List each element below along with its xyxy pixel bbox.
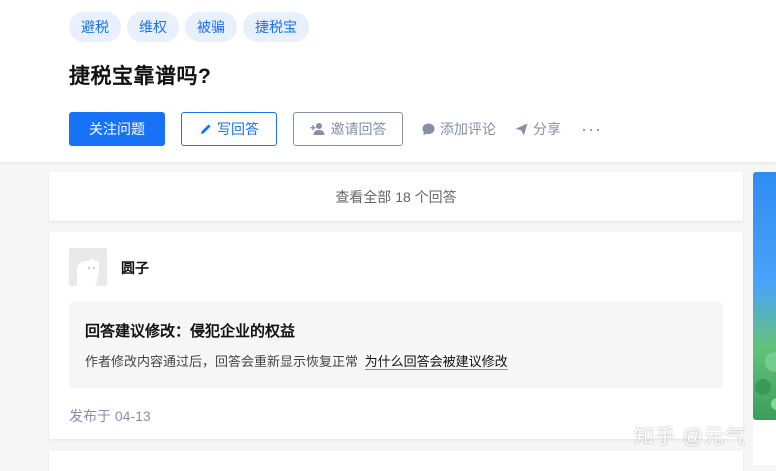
author-name[interactable]: 圆子 xyxy=(121,258,149,278)
write-answer-label: 写回答 xyxy=(217,121,259,137)
notice-text: 作者修改内容通过后，回答会重新显示恢复正常 xyxy=(85,354,359,369)
add-comment-label: 添加评论 xyxy=(440,121,496,137)
share-label: 分享 xyxy=(533,121,561,137)
answer-card: 圆子 回答建议修改：侵犯企业的权益 作者修改内容通过后，回答会重新显示恢复正常 … xyxy=(49,232,743,439)
add-user-icon xyxy=(310,122,326,136)
notice-title: 回答建议修改：侵犯企业的权益 xyxy=(85,323,296,340)
view-all-answers-label: 查看全部 18 个回答 xyxy=(335,188,457,205)
avatar[interactable] xyxy=(69,248,107,286)
pencil-icon xyxy=(199,122,213,136)
send-icon xyxy=(514,122,529,137)
answer-modification-notice: 回答建议修改：侵犯企业的权益 作者修改内容通过后，回答会重新显示恢复正常 为什么… xyxy=(69,302,723,388)
invite-answer-label: 邀请回答 xyxy=(330,121,387,137)
follow-question-label: 关注问题 xyxy=(89,121,145,137)
write-answer-button[interactable]: 写回答 xyxy=(181,112,277,146)
publish-date[interactable]: 发布于 04-13 xyxy=(69,406,151,426)
add-comment-button[interactable]: 添加评论 xyxy=(421,119,496,139)
next-answer-card xyxy=(49,451,743,471)
topic-tag[interactable]: 被骗 xyxy=(185,12,237,42)
topic-tag[interactable]: 避税 xyxy=(69,12,121,42)
view-all-answers-button[interactable]: 查看全部 18 个回答 xyxy=(49,172,743,221)
share-button[interactable]: 分享 xyxy=(514,119,561,139)
sidebar-panel xyxy=(753,420,776,465)
more-options-button[interactable]: ··· xyxy=(581,120,602,138)
notice-body: 作者修改内容通过后，回答会重新显示恢复正常 为什么回答会被建议修改 xyxy=(85,351,707,370)
watermark: 知乎 @元气 xyxy=(634,426,746,448)
question-actions: 关注问题 写回答 邀请回答 添加评论 分享 ··· xyxy=(69,112,602,146)
invite-answer-button[interactable]: 邀请回答 xyxy=(293,112,403,146)
sidebar-banner[interactable] xyxy=(753,172,776,420)
follow-question-button[interactable]: 关注问题 xyxy=(69,112,165,146)
question-header: 避税 维权 被骗 捷税宝 捷税宝靠谱吗? 关注问题 写回答 邀请回答 添加评论 xyxy=(0,0,776,162)
topic-tag[interactable]: 捷税宝 xyxy=(243,12,309,42)
topic-list: 避税 维权 被骗 捷税宝 xyxy=(69,12,309,42)
why-modified-link[interactable]: 为什么回答会被建议修改 xyxy=(364,354,508,370)
question-title[interactable]: 捷税宝靠谱吗? xyxy=(69,60,211,90)
topic-tag[interactable]: 维权 xyxy=(127,12,179,42)
comment-icon xyxy=(421,122,436,137)
